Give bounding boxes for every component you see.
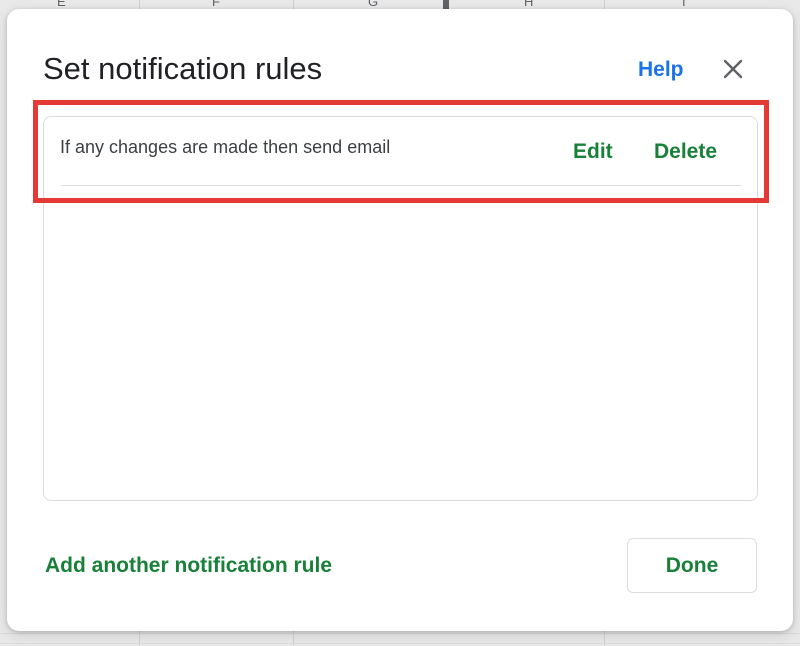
- rule-item: If any changes are made then send email …: [44, 117, 757, 187]
- column-header-e: E: [57, 0, 66, 9]
- column-header-f: F: [212, 0, 220, 9]
- help-link[interactable]: Help: [638, 58, 684, 82]
- edit-rule-button[interactable]: Edit: [573, 140, 613, 164]
- delete-rule-button[interactable]: Delete: [654, 140, 717, 164]
- close-icon: [723, 59, 743, 79]
- rules-list: If any changes are made then send email …: [43, 116, 758, 501]
- done-button[interactable]: Done: [627, 538, 757, 593]
- rule-divider: [61, 185, 741, 186]
- column-header-h: H: [524, 0, 534, 9]
- notification-rules-dialog: Set notification rules Help If any chang…: [7, 9, 793, 631]
- add-notification-rule-link[interactable]: Add another notification rule: [45, 554, 332, 578]
- grid-line: [0, 643, 800, 644]
- rule-description: If any changes are made then send email: [60, 137, 391, 157]
- grid-line: [0, 633, 800, 634]
- column-header-i: I: [682, 0, 686, 9]
- close-button[interactable]: [719, 55, 747, 83]
- dialog-title: Set notification rules: [43, 51, 323, 86]
- column-header-g: G: [368, 0, 379, 9]
